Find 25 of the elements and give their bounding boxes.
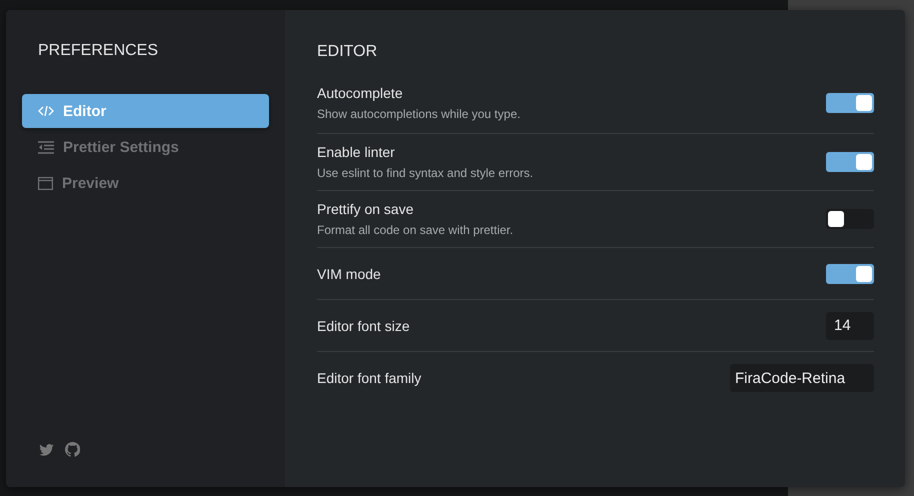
setting-label: Editor font family — [317, 370, 422, 386]
sidebar-item[interactable]: Editor — [22, 94, 269, 128]
sidebar-item[interactable]: Preview — [22, 166, 269, 200]
setting-description: Format all code on save with prettier. — [317, 223, 514, 237]
toggle-switch[interactable] — [826, 209, 874, 229]
toggle-switch[interactable] — [826, 152, 874, 172]
setting-description: Use eslint to find syntax and style errors. — [317, 166, 534, 180]
section-title: EDITOR — [317, 43, 378, 61]
setting-label: Autocomplete — [317, 84, 404, 100]
toggle-switch[interactable] — [826, 92, 874, 112]
window-icon — [38, 176, 53, 190]
sidebar-item[interactable]: Prettier Settings — [22, 130, 269, 164]
number-field[interactable]: 14 — [826, 312, 874, 340]
setting-label: Prettify on save — [317, 201, 414, 217]
setting-label: Editor font size — [317, 318, 410, 334]
github-icon[interactable] — [65, 442, 80, 457]
setting-label: Enable linter — [317, 144, 396, 160]
bird-icon[interactable] — [39, 444, 54, 456]
indent-icon — [38, 140, 54, 154]
text-field[interactable]: FiraCode-Retina — [730, 364, 874, 392]
code-icon — [38, 105, 54, 117]
sidebar-title: PREFERENCES — [37, 42, 160, 60]
toggle-switch[interactable] — [826, 264, 874, 284]
setting-description: Show autocompletions while you type. — [317, 106, 520, 120]
setting-label: VIM mode — [317, 266, 381, 282]
